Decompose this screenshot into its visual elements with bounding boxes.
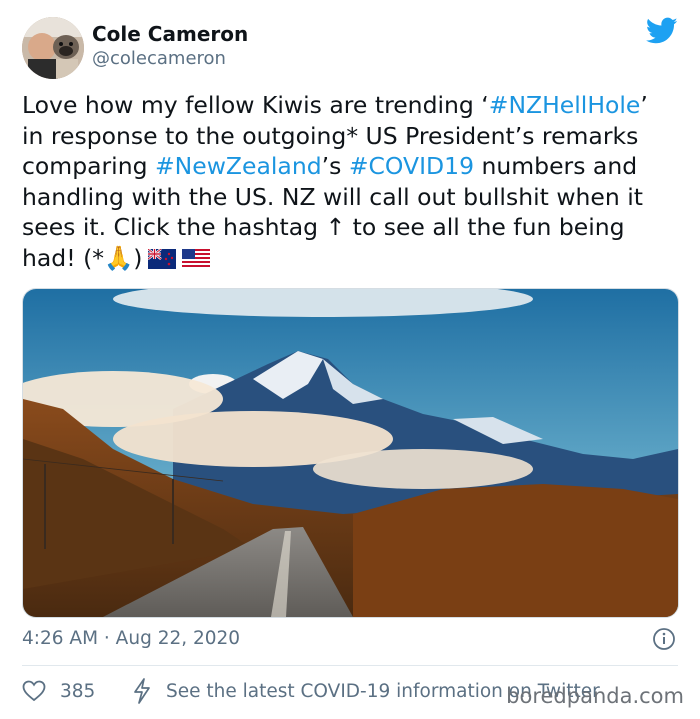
tweet-timestamp[interactable]: 4:26 AM · Aug 22, 2020 (22, 628, 240, 649)
watermark: boredpanda.com (506, 684, 684, 708)
new-zealand-flag-icon (147, 246, 177, 277)
handle[interactable]: @colecameron (92, 48, 226, 69)
display-name[interactable]: Cole Cameron (92, 22, 248, 46)
tweet-text: Love how my fellow Kiwis are trending ‘#… (22, 90, 674, 276)
hashtag-link[interactable]: #COVID19 (349, 152, 474, 180)
heart-icon[interactable] (22, 680, 46, 702)
avatar[interactable] (22, 17, 84, 79)
lightning-icon[interactable] (133, 678, 151, 704)
hashtag-link[interactable]: #NZHellHole (489, 91, 641, 119)
usa-flag-icon (182, 246, 211, 277)
mountain-road-image (23, 289, 678, 617)
tweet-text-part: Love how my fellow Kiwis are trending ‘ (22, 91, 489, 119)
twitter-bird-icon[interactable] (645, 17, 678, 45)
like-count[interactable]: 385 (60, 681, 95, 702)
hashtag-link[interactable]: #NewZealand (155, 152, 322, 180)
divider (22, 665, 678, 666)
tweet-text-part: ’s (321, 152, 349, 180)
info-icon[interactable] (652, 627, 676, 651)
tweet-photo[interactable] (22, 288, 679, 618)
